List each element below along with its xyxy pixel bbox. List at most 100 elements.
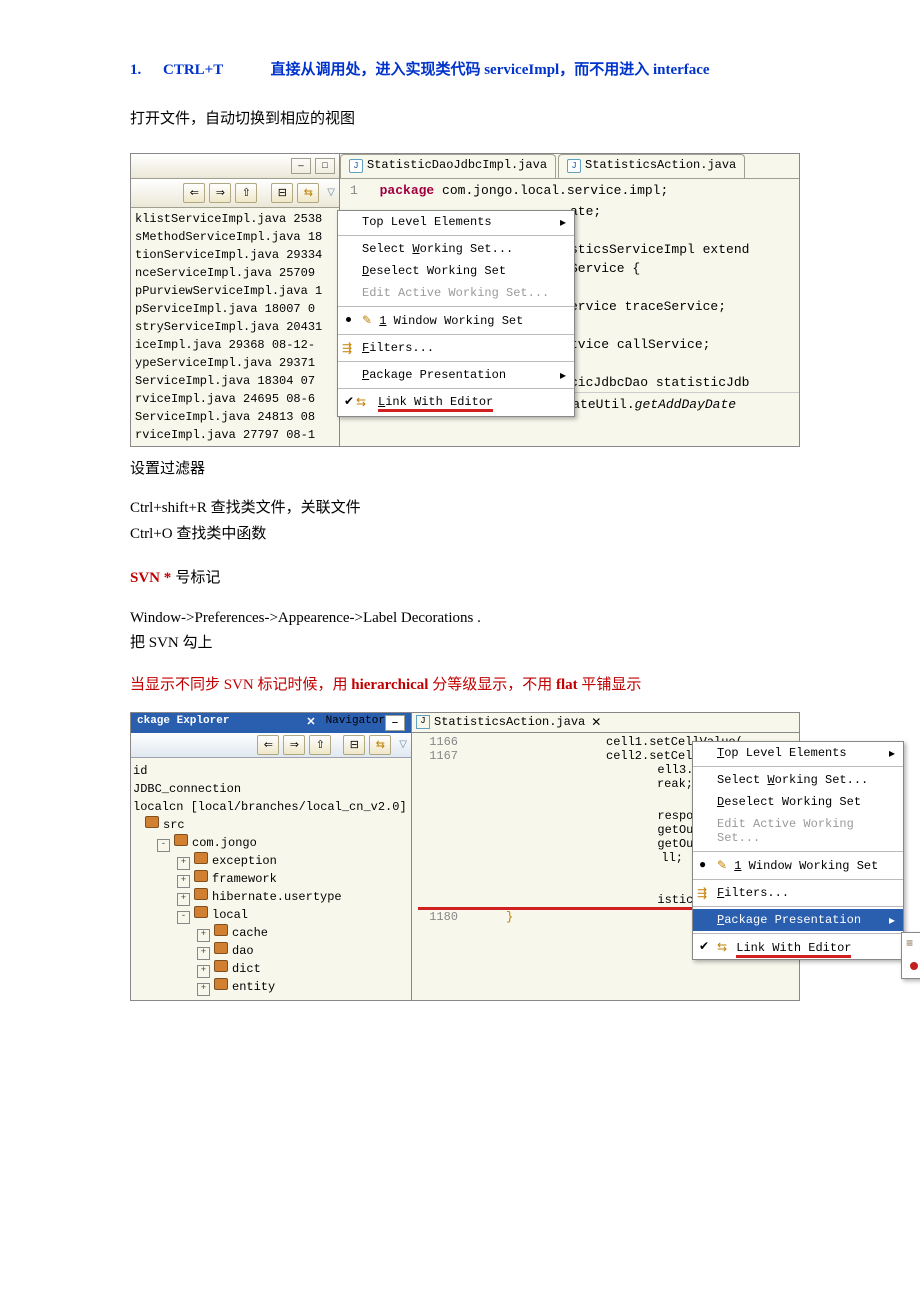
menu-filters[interactable]: ⇶Filters... (693, 882, 903, 904)
filter-icon: ⇶ (342, 341, 356, 355)
list-item[interactable]: klistServiceImpl.java 2538 (131, 210, 339, 228)
package-icon (194, 870, 208, 882)
code-text: reak; (657, 777, 693, 791)
tree-item[interactable]: src (133, 816, 409, 834)
view-menu-icon[interactable]: ▽ (327, 187, 335, 199)
code-text: } (506, 910, 513, 924)
expand-toggle-icon[interactable]: + (177, 893, 190, 906)
forward-icon[interactable]: ⇒ (283, 735, 305, 755)
menu-link-with-editor[interactable]: ✔ ⇆ Link With Editor (693, 936, 903, 959)
collapse-icon[interactable]: ⊟ (271, 183, 293, 203)
list-item[interactable]: sMethodServiceImpl.java 18 (131, 228, 339, 246)
menu-deselect-working-set[interactable]: Deselect Working Set (338, 260, 574, 282)
view-menu-icon[interactable]: ▽ (399, 739, 407, 751)
tree-item[interactable]: JDBC_connection (133, 780, 409, 798)
tree-item[interactable]: +entity (133, 978, 409, 996)
back-icon[interactable]: ⇐ (257, 735, 279, 755)
expand-toggle-icon[interactable]: + (197, 965, 210, 978)
close-icon[interactable]: ✕ (591, 715, 601, 730)
forward-icon[interactable]: ⇒ (209, 183, 231, 203)
menu-select-working-set[interactable]: Select Working Set... (338, 238, 574, 260)
line-number: 1167 (418, 749, 458, 763)
list-item[interactable]: ServiceImpl.java 18304 07 (131, 372, 339, 390)
minimize-icon[interactable]: — (291, 158, 311, 174)
link-editor-icon[interactable]: ⇆ (297, 183, 319, 203)
menu-top-level-elements[interactable]: Top Level Elements▸ (693, 742, 903, 764)
back-icon[interactable]: ⇐ (183, 183, 205, 203)
collapse-icon[interactable]: ⊟ (343, 735, 365, 755)
expand-toggle-icon[interactable]: + (177, 875, 190, 888)
menu-window-working-set[interactable]: ✎ 1 Window Working Set (338, 309, 574, 332)
tree-item[interactable]: +dao (133, 942, 409, 960)
line-number: 1180 (418, 910, 458, 924)
list-item[interactable]: tionServiceImpl.java 29334 (131, 246, 339, 264)
tree-item[interactable]: id (133, 762, 409, 780)
up-icon[interactable]: ⇧ (235, 183, 257, 203)
expand-toggle-icon[interactable]: + (197, 983, 210, 996)
maximize-icon[interactable]: □ (315, 158, 335, 174)
tab-package-explorer[interactable]: ckage Explorer (137, 715, 306, 731)
text: 当显示不同步 SVN 标记时候，用 (130, 677, 351, 693)
pkg-explorer-toolbar: ⇐ ⇒ ⇧ ⊟ ⇆ ▽ (131, 733, 411, 758)
list-item[interactable]: rviceImpl.java 27797 08-1 (131, 426, 339, 444)
editor-tab[interactable]: J StatisticsAction.java ✕ (412, 713, 799, 733)
hierarchical-note: 当显示不同步 SVN 标记时候，用 hierarchical 分等级显示，不用 … (130, 673, 800, 699)
up-icon[interactable]: ⇧ (309, 735, 331, 755)
svn-label-text: 号标记 (171, 569, 220, 586)
code-text: tvice callService; (570, 335, 799, 354)
tree-item[interactable]: +cache (133, 924, 409, 942)
link-editor-icon[interactable]: ⇆ (369, 735, 391, 755)
keyword: package (380, 183, 435, 198)
tree-item[interactable]: +framework (133, 870, 409, 888)
tree-item[interactable]: +exception (133, 852, 409, 870)
editor-tabs: JStatisticDaoJdbcImpl.java JStatisticsAc… (340, 154, 799, 179)
svn-check: 把 SVN 勾上 (130, 631, 800, 657)
code-text: Service { (570, 259, 799, 278)
list-item[interactable]: nceServiceImpl.java 25709 (131, 264, 339, 282)
collapse-toggle-icon[interactable]: - (157, 839, 170, 852)
editor-tab[interactable]: JStatisticsAction.java (558, 154, 745, 178)
tree-item[interactable]: +dict (133, 960, 409, 978)
list-item[interactable]: iceImpl.java 29368 08-12- (131, 336, 339, 354)
tree-item[interactable]: -local (133, 906, 409, 924)
list-item[interactable]: stryServiceImpl.java 20431 (131, 318, 339, 336)
collapse-toggle-icon[interactable]: - (177, 911, 190, 924)
submenu-arrow-icon: ▸ (889, 913, 895, 928)
tree-item[interactable]: -com.jongo (133, 834, 409, 852)
tab-navigator[interactable]: Navigator (326, 715, 385, 731)
menu-edit-active-working-set: Edit Active Working Set... (693, 813, 903, 849)
tree-item[interactable]: localcn [local/branches/local_cn_v2.0] (133, 798, 409, 816)
text-ctrl-o: Ctrl+O 查找类中函数 (130, 522, 800, 548)
heading-1: 1. CTRL+T 直接从调用处，进入实现类代码 serviceImpl，而不用… (130, 58, 800, 79)
package-tree: id JDBC_connection localcn [local/branch… (131, 758, 411, 1000)
menu-window-working-set[interactable]: ●✎ 1 Window Working Set (693, 854, 903, 877)
list-item[interactable]: pServiceImpl.java 18007 0 (131, 300, 339, 318)
list-item[interactable]: pPurviewServiceImpl.java 1 (131, 282, 339, 300)
list-item[interactable]: ypeServiceImpl.java 29371 (131, 354, 339, 372)
package-icon (194, 852, 208, 864)
java-file-icon: J (349, 159, 363, 173)
view-tabbar: ckage Explorer ✕ Navigator — (131, 713, 411, 733)
heading-number: 1. (130, 62, 141, 78)
menu-package-presentation[interactable]: Package Presentation▸ (693, 909, 903, 931)
minimize-icon[interactable]: — (385, 715, 405, 731)
tree-item[interactable]: +hibernate.usertype (133, 888, 409, 906)
menu-deselect-working-set[interactable]: Deselect Working Set (693, 791, 903, 813)
expand-toggle-icon[interactable]: + (197, 929, 210, 942)
menu-filters[interactable]: ⇶ Filters... (338, 337, 574, 359)
code-text: cicJdbcDao statisticJdb (570, 373, 799, 392)
menu-select-working-set[interactable]: Select Working Set... (693, 769, 903, 791)
menu-package-presentation[interactable]: Package Presentation▸ (338, 364, 574, 386)
list-item[interactable]: rviceImpl.java 24695 08-6 (131, 390, 339, 408)
submenu-hierarchical[interactable]: ▤ Hierarchical (902, 955, 920, 978)
close-icon[interactable]: ✕ (306, 715, 315, 731)
submenu-flat[interactable]: ≡ Flat (902, 933, 920, 955)
menu-link-with-editor[interactable]: ✔ ⇆ Link With Editor (338, 391, 574, 416)
expand-toggle-icon[interactable]: + (197, 947, 210, 960)
list-item[interactable]: ServiceImpl.java 24813 08 (131, 408, 339, 426)
selected-dot-icon (910, 962, 918, 970)
expand-toggle-icon[interactable]: + (177, 857, 190, 870)
editor-tab[interactable]: JStatisticDaoJdbcImpl.java (340, 154, 556, 178)
paragraph-open-file: 打开文件，自动切换到相应的视图 (130, 107, 800, 133)
menu-top-level-elements[interactable]: Top Level Elements▸ (338, 211, 574, 233)
